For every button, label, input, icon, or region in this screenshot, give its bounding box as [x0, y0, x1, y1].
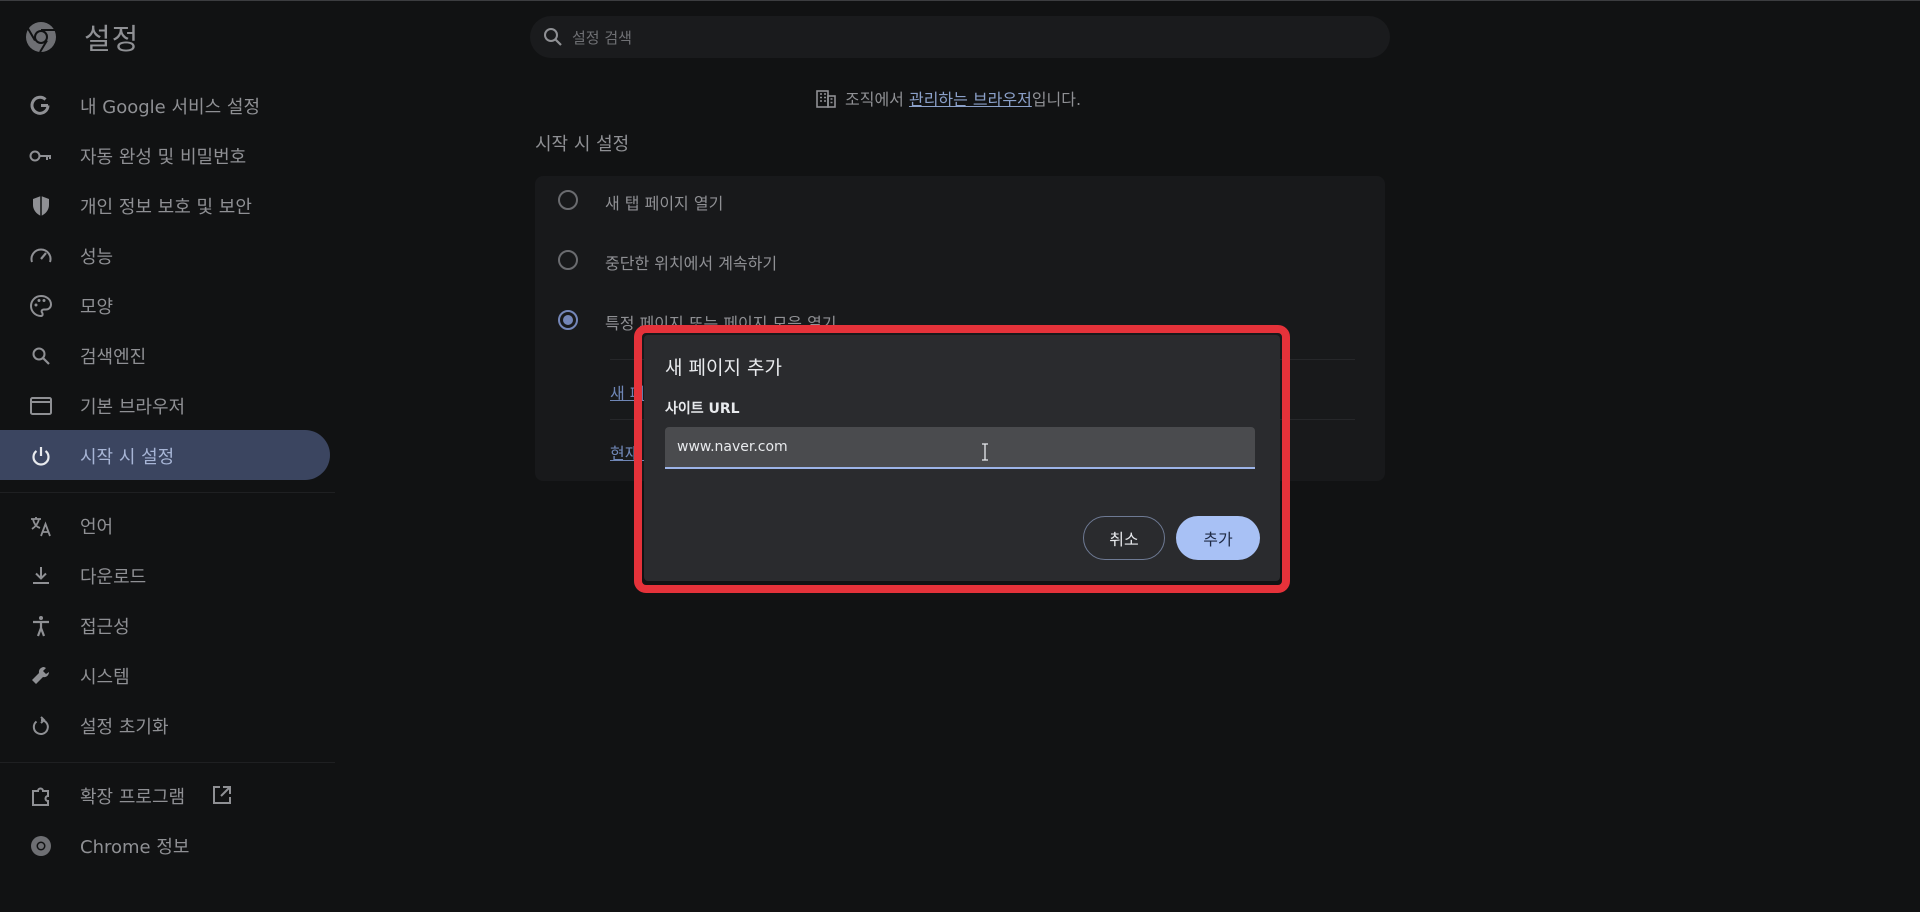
shield-icon [33, 196, 49, 216]
power-icon [32, 447, 50, 466]
sidebar-item-system[interactable]: 시스템 [0, 650, 330, 700]
sidebar-item-accessibility[interactable]: 접근성 [0, 600, 330, 650]
sidebar-item-label: 시작 시 설정 [80, 447, 175, 468]
section-title: 시작 시 설정 [535, 134, 630, 155]
sidebar-item-label: 모양 [80, 297, 114, 318]
sidebar-item-label: 기본 브라우저 [80, 397, 186, 418]
sidebar-item-label: 개인 정보 보호 및 보안 [80, 197, 252, 218]
browser-window-icon [30, 397, 52, 415]
sidebar-item-label: 자동 완성 및 비밀번호 [80, 147, 247, 168]
sidebar-item-languages[interactable]: 언어 [0, 500, 330, 550]
sidebar-item-label: 설정 초기화 [80, 717, 169, 738]
palette-icon [30, 294, 53, 318]
settings-header: 설정 [0, 0, 1920, 70]
radio-button[interactable] [558, 190, 578, 210]
sidebar-item-search-engine[interactable]: 검색엔진 [0, 330, 330, 380]
sidebar-item-label: 시스템 [80, 667, 130, 688]
sidebar-item-label: 검색엔진 [80, 347, 147, 368]
sidebar-item-on-startup[interactable]: 시작 시 설정 [0, 430, 330, 480]
sidebar-item-label: 다운로드 [80, 567, 147, 588]
managed-browser-notice: 조직에서 관리하는 브라우저입니다. [815, 86, 1081, 110]
sidebar-item-reset[interactable]: 설정 초기화 [0, 700, 330, 750]
key-icon [29, 150, 51, 162]
settings-search[interactable] [530, 16, 1390, 58]
sidebar-divider [0, 492, 335, 493]
wrench-icon [32, 666, 50, 684]
startup-option-new-tab[interactable]: 새 탭 페이지 열기 [535, 176, 1385, 226]
managed-browser-link[interactable]: 관리하는 브라우저 [909, 90, 1032, 109]
reset-icon [32, 716, 49, 735]
sidebar-item-label: 언어 [80, 517, 114, 538]
sidebar-divider [0, 762, 335, 763]
sidebar-item-label: 확장 프로그램 [80, 787, 186, 808]
startup-option-continue[interactable]: 중단한 위치에서 계속하기 [535, 236, 1385, 286]
speedometer-icon [30, 248, 52, 263]
open-in-new-icon [213, 786, 231, 804]
building-icon [816, 90, 836, 108]
sidebar-item-downloads[interactable]: 다운로드 [0, 550, 330, 600]
sidebar-item-privacy[interactable]: 개인 정보 보호 및 보안 [0, 180, 330, 230]
sidebar-item-about-chrome[interactable]: Chrome 정보 [0, 820, 330, 870]
sidebar-item-label: 접근성 [80, 617, 130, 638]
radio-button[interactable] [558, 250, 578, 270]
search-input[interactable] [570, 24, 1354, 52]
option-label: 새 탭 페이지 열기 [605, 194, 724, 213]
translate-icon [31, 517, 51, 537]
download-icon [33, 567, 49, 584]
sidebar-item-autofill[interactable]: 자동 완성 및 비밀번호 [0, 130, 330, 180]
page-title: 설정 [84, 22, 140, 56]
search-icon [544, 28, 562, 46]
sidebar-item-google-services[interactable]: 내 Google 서비스 설정 [0, 80, 330, 130]
radio-button-checked[interactable] [558, 310, 578, 330]
puzzle-icon [32, 787, 49, 806]
sidebar-item-label: Chrome 정보 [80, 837, 190, 858]
managed-suffix: 입니다. [1031, 90, 1082, 109]
sidebar-item-label: 성능 [80, 247, 114, 268]
managed-prefix: 조직에서 [845, 90, 909, 109]
search-icon [32, 347, 50, 365]
option-label: 중단한 위치에서 계속하기 [605, 254, 778, 273]
highlight-box [634, 325, 1290, 593]
chrome-icon [26, 22, 56, 53]
google-icon [30, 95, 50, 115]
sidebar-item-performance[interactable]: 성능 [0, 230, 330, 280]
accessibility-icon [33, 616, 49, 637]
sidebar-item-label: 내 Google 서비스 설정 [80, 97, 260, 118]
sidebar-item-default-browser[interactable]: 기본 브라우저 [0, 380, 330, 430]
sidebar-item-appearance[interactable]: 모양 [0, 280, 330, 330]
sidebar-item-extensions[interactable]: 확장 프로그램 [0, 770, 330, 820]
chrome-icon [31, 836, 51, 856]
